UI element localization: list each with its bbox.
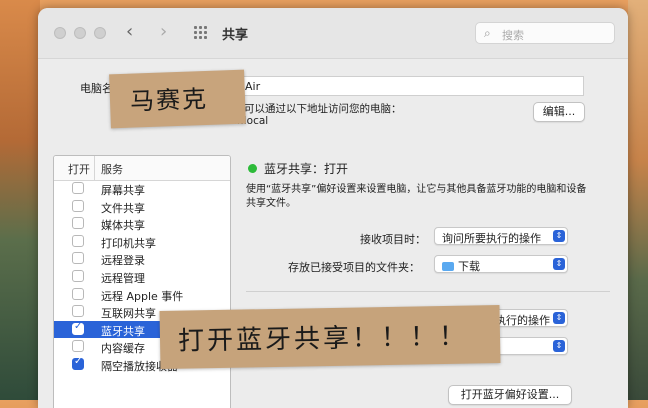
service-row[interactable]: 媒体共享 xyxy=(54,215,230,233)
service-row[interactable]: 远程管理 xyxy=(54,268,230,286)
popup-arrows-icon: ⇕ xyxy=(553,312,565,324)
title-bar: ‹ › 共享 ⌕ 搜索 xyxy=(38,8,628,59)
service-label: 文件共享 xyxy=(101,201,145,215)
service-label: 互联网共享 xyxy=(101,307,156,321)
popup-arrows-icon: ⇕ xyxy=(553,230,565,242)
open-bluetooth-prefs-button[interactable]: 打开蓝牙偏好设置... xyxy=(448,385,572,405)
service-row[interactable]: 屏幕共享 xyxy=(54,180,230,198)
tape-top-text: 马赛克 xyxy=(129,84,209,116)
description-line-1: 使用“蓝牙共享”偏好设置来设置电脑，让它与其他具备蓝牙功能的电脑和设备 xyxy=(246,184,587,195)
receive-popup[interactable]: 询问所要执行的操作 ⇕ xyxy=(434,227,568,245)
service-checkbox[interactable] xyxy=(72,356,84,370)
service-row[interactable]: 文件共享 xyxy=(54,198,230,216)
back-icon[interactable]: ‹ xyxy=(126,21,133,43)
service-checkbox[interactable] xyxy=(72,252,84,265)
services-header: 打开 服务 xyxy=(54,156,230,181)
computer-name-label: 电脑名 xyxy=(80,82,113,95)
service-label: 远程 Apple 事件 xyxy=(101,289,184,303)
status-indicator xyxy=(248,164,257,173)
service-label: 屏幕共享 xyxy=(101,184,145,197)
section-divider xyxy=(246,291,610,292)
folder-icon xyxy=(442,262,454,271)
popup-arrows-icon: ⇕ xyxy=(553,340,565,352)
show-all-grid-icon[interactable] xyxy=(194,26,208,40)
service-row[interactable]: 远程登录 xyxy=(54,250,230,268)
service-row[interactable]: 打印机共享 xyxy=(54,233,230,251)
popup-arrows-icon: ⇕ xyxy=(553,258,565,270)
service-checkbox[interactable] xyxy=(72,321,84,335)
receive-label: 接收项目时： xyxy=(360,233,426,246)
desktop-wallpaper-left xyxy=(0,0,40,400)
folder-value: 下载 xyxy=(458,260,480,273)
service-checkbox[interactable] xyxy=(72,234,84,247)
mosaic-tape-overlay: 马赛克 xyxy=(109,69,246,129)
address-info-text: 可以通过以下地址访问您的电脑： xyxy=(244,103,402,115)
bluetooth-status: 蓝牙共享：打开 xyxy=(264,162,349,176)
search-icon: ⌕ xyxy=(484,26,491,40)
window-title: 共享 xyxy=(222,28,249,43)
service-label: 内容缓存 xyxy=(101,342,145,356)
service-label: 远程登录 xyxy=(101,254,145,268)
service-checkbox[interactable] xyxy=(72,305,84,318)
receive-value: 询问所要执行的操作 xyxy=(442,232,541,245)
service-checkbox[interactable] xyxy=(72,270,84,282)
service-checkbox[interactable] xyxy=(72,217,84,230)
forward-icon[interactable]: › xyxy=(160,21,167,43)
service-label: 蓝牙共享 xyxy=(101,324,145,338)
close-button[interactable] xyxy=(54,27,66,39)
computer-name-value: Air xyxy=(245,80,261,93)
tape-bottom-text: 打开蓝牙共享！！！！ xyxy=(177,321,469,357)
service-label: 打印机共享 xyxy=(101,236,156,250)
browse-value: 执行的操作 xyxy=(495,314,550,327)
service-row[interactable]: 远程 Apple 事件 xyxy=(54,286,230,304)
search-placeholder: 搜索 xyxy=(502,29,524,42)
service-label: 远程管理 xyxy=(101,272,145,285)
desktop-wallpaper-right xyxy=(628,0,648,400)
computer-name-field[interactable]: Air xyxy=(234,76,584,96)
service-checkbox[interactable] xyxy=(72,340,84,353)
services-list: 打开 服务 屏幕共享文件共享媒体共享打印机共享远程登录远程管理远程 Apple … xyxy=(53,155,231,408)
service-checkbox[interactable] xyxy=(72,199,84,212)
folder-popup[interactable]: 下载 ⇕ xyxy=(434,255,568,273)
service-checkbox[interactable] xyxy=(72,182,84,194)
edit-button[interactable]: 编辑... xyxy=(533,102,585,122)
search-field[interactable]: ⌕ 搜索 xyxy=(475,22,615,44)
zoom-button[interactable] xyxy=(94,27,106,39)
folder-label: 存放已接受项目的文件夹： xyxy=(288,261,420,274)
service-label: 媒体共享 xyxy=(101,219,145,233)
description-line-2: 共享文件。 xyxy=(246,198,296,209)
minimize-button[interactable] xyxy=(74,27,86,39)
annotation-tape-overlay: 打开蓝牙共享！！！！ xyxy=(159,305,501,369)
service-checkbox[interactable] xyxy=(72,287,84,300)
header-on: 打开 xyxy=(68,163,90,176)
header-service: 服务 xyxy=(101,163,123,176)
